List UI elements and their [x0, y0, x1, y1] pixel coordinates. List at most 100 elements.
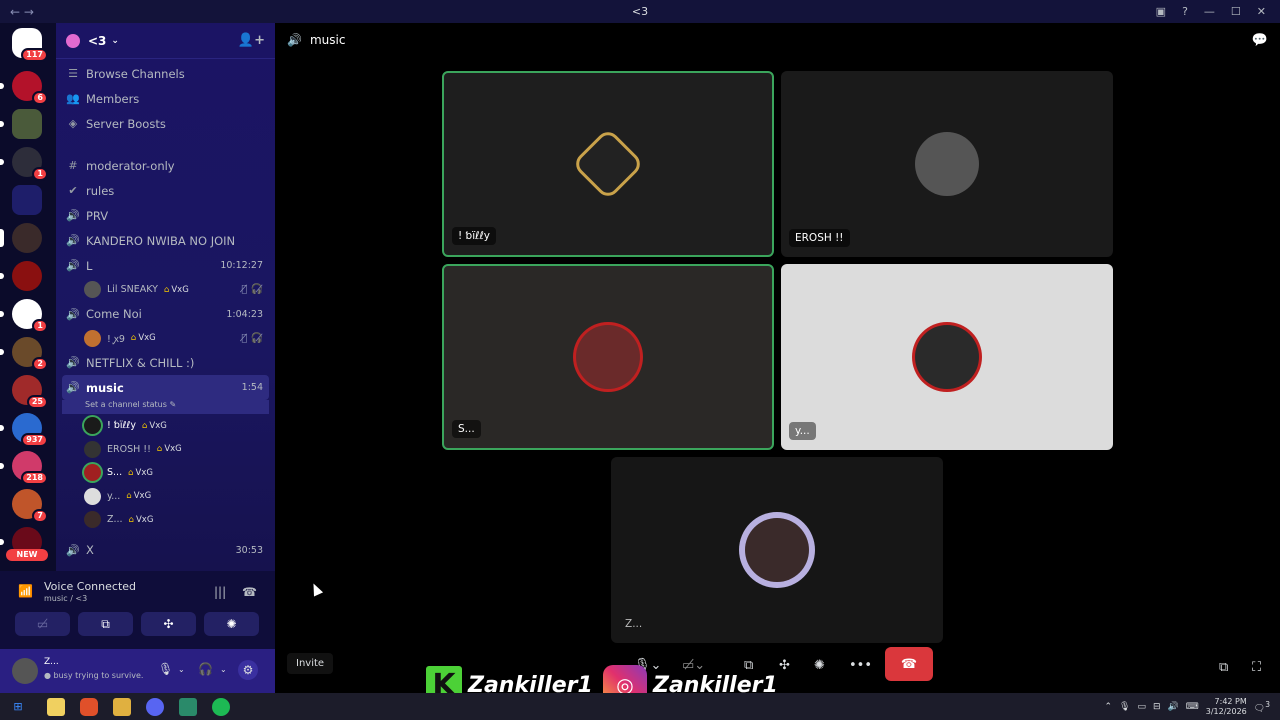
- more-options-button[interactable]: •••: [849, 650, 872, 680]
- video-tile[interactable]: y...: [781, 264, 1113, 450]
- popout-icon[interactable]: ⧉: [1219, 652, 1228, 682]
- microphone-icon[interactable]: 🎙: [1119, 702, 1130, 712]
- headphones-icon[interactable]: 🎧: [198, 662, 213, 676]
- chevron-down-icon[interactable]: ⌄: [178, 665, 185, 674]
- voice-member[interactable]: EROSH !! ⌂ VxG: [56, 438, 275, 462]
- voice-connected-subtitle[interactable]: music / <3: [44, 594, 87, 603]
- speaker-icon: 🔊: [66, 209, 80, 222]
- voice-channel-l[interactable]: 🔊 L 10:12:27: [56, 253, 275, 278]
- voice-connected-title[interactable]: Voice Connected: [44, 580, 136, 593]
- avatar: [915, 325, 979, 389]
- soundboard-button[interactable]: ✺: [204, 612, 259, 636]
- fullscreen-icon[interactable]: ⛶: [1252, 652, 1261, 682]
- server-icon[interactable]: 7: [12, 489, 48, 523]
- participant-name: Z...: [625, 618, 643, 630]
- channel-header: 🔊 music: [287, 33, 346, 47]
- disconnect-icon[interactable]: ☎: [242, 585, 257, 599]
- avatar: [571, 127, 645, 201]
- muted-icon: 🎙̸ 🎧̸: [241, 284, 263, 296]
- minimize-button[interactable]: —: [1204, 5, 1215, 18]
- user-name[interactable]: Z...: [44, 657, 59, 667]
- voice-channel-come-noi[interactable]: 🔊 Come Noi 1:04:23: [56, 302, 275, 327]
- voice-member[interactable]: ! ƅïℓℓy ⌂ VxG: [56, 414, 275, 438]
- spotify-icon[interactable]: [212, 697, 230, 716]
- network-icon[interactable]: ⊟: [1153, 702, 1161, 712]
- speaker-icon: 🔊: [66, 356, 80, 369]
- server-icon[interactable]: 218: [0, 451, 48, 485]
- voice-member[interactable]: y... ⌂ VxG: [56, 485, 275, 509]
- volume-icon[interactable]: 🔊: [1168, 702, 1179, 712]
- voice-member[interactable]: Lil SNEAKY ⌂ VxG 🎙̸ 🎧̸: [56, 278, 275, 302]
- avatar: [84, 417, 101, 435]
- folder-icon[interactable]: [12, 185, 42, 215]
- taskbar-app-icon[interactable]: [179, 697, 197, 716]
- speaker-icon: 🔊: [66, 543, 80, 557]
- windows-start-icon[interactable]: ⊞: [9, 698, 27, 716]
- discord-icon[interactable]: [146, 697, 164, 716]
- inbox-icon[interactable]: ▣: [1156, 5, 1166, 18]
- server-icon[interactable]: 1: [0, 147, 48, 181]
- channel-moderator-only[interactable]: # moderator-only: [56, 153, 275, 178]
- participant-name: ! ƅïℓℓy: [452, 227, 497, 245]
- voice-member[interactable]: ! ꭙ9 ⌂ VxG 🎙̸ 🎧̸: [56, 327, 275, 351]
- voice-member[interactable]: Z... ⌂ VxG: [56, 508, 275, 532]
- screen-share-button[interactable]: ⧉: [78, 612, 133, 636]
- microphone-icon[interactable]: 🎙: [158, 662, 173, 676]
- file-explorer-icon[interactable]: [113, 697, 131, 716]
- chevron-down-icon[interactable]: ⌄: [220, 665, 227, 674]
- video-tile[interactable]: Z...: [611, 457, 943, 643]
- server-icon[interactable]: 937: [0, 413, 48, 447]
- brave-browser-icon[interactable]: [80, 697, 98, 716]
- activities-button[interactable]: ✣: [779, 650, 790, 680]
- channel-prv[interactable]: 🔊 PRV: [56, 203, 275, 228]
- add-member-icon[interactable]: 👤+: [238, 33, 265, 48]
- voice-channel-x[interactable]: 🔊 X 30:53: [56, 538, 275, 563]
- chevron-up-icon[interactable]: ⌃: [1104, 702, 1112, 712]
- speaker-icon: 🔊: [66, 307, 80, 321]
- boost-icon: ◈: [68, 117, 78, 130]
- end-call-button[interactable]: ☎: [885, 647, 933, 681]
- clock[interactable]: 7:42 PM 3/12/2026: [1206, 697, 1247, 717]
- channel-rules[interactable]: ✔ rules: [56, 178, 275, 203]
- server-header[interactable]: <3 ⌄ 👤+: [56, 23, 275, 59]
- user-avatar[interactable]: [12, 658, 38, 684]
- server-icon[interactable]: [0, 261, 42, 291]
- battery-icon[interactable]: ▭: [1137, 702, 1146, 712]
- video-tile[interactable]: ! ƅïℓℓy: [442, 71, 774, 257]
- voice-channel-music[interactable]: 🔊 music 1:54: [62, 375, 269, 400]
- server-boosts[interactable]: ◈ Server Boosts: [56, 111, 275, 136]
- language-icon[interactable]: ⌨: [1186, 702, 1199, 712]
- noise-suppression-icon[interactable]: |||: [214, 585, 226, 599]
- browse-channels[interactable]: ☰ Browse Channels: [56, 61, 275, 86]
- settings-gear-icon[interactable]: ⚙: [238, 660, 258, 680]
- soundboard-button[interactable]: ✺: [814, 650, 825, 680]
- members[interactable]: 👥 Members: [56, 86, 275, 111]
- channel-kandero[interactable]: 🔊 KANDERO NWIBA NO JOIN: [56, 228, 275, 253]
- server-icon[interactable]: [0, 223, 42, 253]
- video-tile[interactable]: EROSH !!: [781, 71, 1113, 257]
- voice-channel-netflix[interactable]: 🔊 NETFLIX & CHILL :): [56, 350, 275, 375]
- user-status: ● busy trying to survive.: [44, 671, 144, 680]
- taskbar-app-icon[interactable]: [47, 697, 65, 716]
- taskbar: ⊞ ⌃ 🎙 ▭ ⊟ 🔊 ⌨ 7:42 PM 3/12/2026 🗨3: [0, 693, 1280, 720]
- close-button[interactable]: ✕: [1257, 5, 1266, 18]
- chat-icon[interactable]: 💬: [1252, 33, 1268, 48]
- muted-icon: 🎙̸ 🎧̸: [241, 332, 263, 344]
- home-button[interactable]: 117: [12, 28, 48, 62]
- server-name: <3: [88, 33, 107, 48]
- video-tile[interactable]: S...: [442, 264, 774, 450]
- camera-off-button[interactable]: ▭̸: [15, 612, 70, 636]
- server-icon[interactable]: 2: [0, 337, 48, 371]
- invite-button[interactable]: Invite: [287, 653, 334, 674]
- help-icon[interactable]: ?: [1182, 5, 1188, 18]
- signal-icon[interactable]: 📶: [18, 584, 33, 598]
- server-icon[interactable]: 1: [0, 299, 48, 333]
- channel-status[interactable]: Set a channel status ✎: [62, 400, 269, 414]
- notifications-icon[interactable]: 🗨3: [1254, 700, 1270, 714]
- activities-button[interactable]: ✣: [141, 612, 196, 636]
- server-icon[interactable]: [0, 109, 42, 139]
- maximize-button[interactable]: ☐: [1231, 5, 1241, 18]
- server-icon[interactable]: 6: [0, 71, 48, 105]
- voice-member[interactable]: S... ⌂ VxG: [56, 461, 275, 485]
- server-icon[interactable]: 25: [12, 375, 48, 409]
